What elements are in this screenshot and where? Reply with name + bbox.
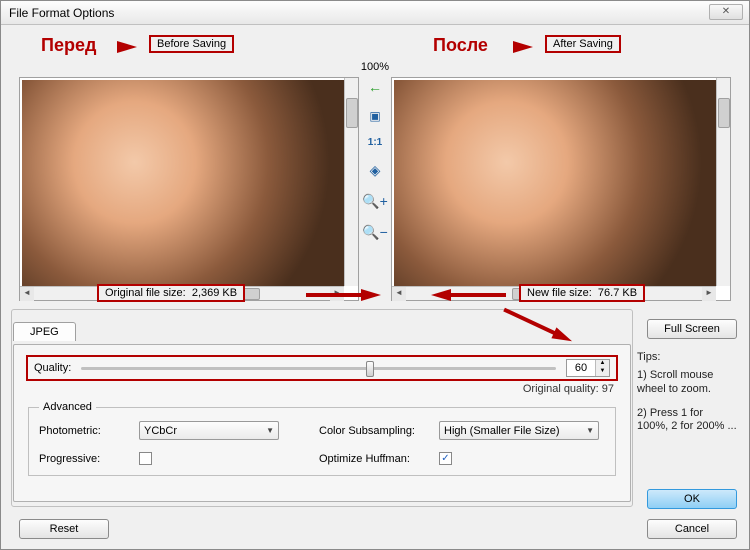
tip-1: 1) Scroll mouse wheel to zoom. — [637, 369, 737, 397]
spin-up-icon[interactable]: ▲ — [596, 360, 609, 368]
original-quality: Original quality: 97 — [26, 383, 618, 395]
photometric-combo[interactable]: YCbCr ▼ — [139, 421, 279, 440]
preview-tools: ← ▣ 1:1 ◈ 🔍+ 🔍− — [362, 79, 388, 241]
fit-window-icon[interactable]: ▣ — [369, 109, 380, 123]
tip-2: 2) Press 1 for 100%, 2 for 200% ... — [637, 407, 737, 435]
actual-size-button[interactable]: 1:1 — [368, 137, 382, 148]
tab-jpeg[interactable]: JPEG — [13, 322, 76, 341]
zoom-out-icon[interactable]: 🔍− — [362, 224, 388, 241]
format-tabs: JPEG — [13, 321, 737, 345]
previous-icon[interactable]: ← — [368, 79, 382, 95]
quality-spinbox[interactable]: ▲▼ — [566, 359, 610, 377]
after-image — [394, 80, 716, 286]
slider-thumb[interactable] — [366, 361, 374, 377]
reset-button[interactable]: Reset — [19, 519, 109, 539]
jpeg-options-panel: Quality: ▲▼ Original quality: 97 Advance… — [13, 344, 631, 502]
before-preview[interactable]: ◄ ► — [19, 77, 359, 301]
subsampling-label: Color Subsampling: — [319, 425, 439, 437]
fit-width-icon[interactable]: ◈ — [370, 162, 381, 179]
arrow-icon — [513, 41, 533, 53]
zoom-in-icon[interactable]: 🔍+ — [362, 193, 388, 210]
spin-down-icon[interactable]: ▼ — [596, 368, 609, 376]
quality-input[interactable] — [567, 360, 595, 376]
subsampling-combo[interactable]: High (Smaller File Size) ▼ — [439, 421, 599, 440]
tips-heading: Tips: — [637, 351, 737, 363]
progressive-label: Progressive: — [39, 453, 139, 465]
annotation-after-en: After Saving — [545, 35, 621, 53]
advanced-legend: Advanced — [39, 401, 96, 413]
huffman-checkbox[interactable]: ✓ — [439, 452, 452, 465]
annotation-before-ru: Перед — [41, 35, 96, 56]
arrow-icon — [361, 289, 381, 301]
quality-row: Quality: ▲▼ — [26, 355, 618, 381]
photometric-label: Photometric: — [39, 425, 139, 437]
close-button[interactable]: ✕ — [709, 4, 743, 20]
advanced-group: Advanced Photometric: YCbCr ▼ Color Subs… — [28, 401, 616, 476]
arrow-icon — [117, 41, 137, 53]
arrow-icon — [431, 289, 451, 301]
file-format-options-dialog: File Format Options ✕ Перед Before Savin… — [0, 0, 750, 550]
chevron-down-icon: ▼ — [266, 426, 274, 435]
annotation-before-en: Before Saving — [149, 35, 234, 53]
full-screen-button[interactable]: Full Screen — [647, 319, 737, 339]
scrollbar-vertical[interactable] — [716, 78, 730, 286]
original-file-size: Original file size: 2,369 KB — [97, 284, 245, 302]
annotation-after-ru: После — [433, 35, 488, 56]
quality-slider[interactable] — [81, 367, 556, 370]
tips-panel: Tips: 1) Scroll mouse wheel to zoom. 2) … — [637, 351, 737, 444]
scrollbar-vertical[interactable] — [344, 78, 358, 286]
zoom-percent: 100% — [361, 61, 389, 73]
file-size-row: Original file size: 2,369 KB New file si… — [1, 284, 749, 306]
huffman-label: Optimize Huffman: — [319, 453, 439, 465]
titlebar: File Format Options ✕ — [1, 1, 749, 25]
window-title: File Format Options — [9, 6, 114, 20]
quality-label: Quality: — [34, 362, 71, 374]
ok-button[interactable]: OK — [647, 489, 737, 509]
after-preview[interactable]: ◄ ► — [391, 77, 731, 301]
chevron-down-icon: ▼ — [586, 426, 594, 435]
preview-area: Перед Before Saving 100% После After Sav… — [1, 25, 749, 305]
before-image — [22, 80, 344, 286]
new-file-size: New file size: 76.7 KB — [519, 284, 645, 302]
cancel-button[interactable]: Cancel — [647, 519, 737, 539]
progressive-checkbox[interactable] — [139, 452, 152, 465]
